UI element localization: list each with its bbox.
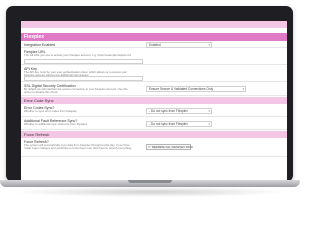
integration-enabled-label: Integration Enabled [24,42,56,47]
fiesplex-url-row: Fiesplex URL The full URL you use to acc… [21,48,287,65]
integration-enabled-value: Enabled [149,42,161,47]
integration-enabled-row: Integration Enabled Enabled ▾ [21,41,287,48]
fault-reference-sync-row: Additional Fault Reference Sync? Whether… [21,117,287,130]
chevron-down-icon: ▾ [208,121,210,126]
refresh-all-button-label: REFRESH ALL FIESPLEX DATA [152,145,193,149]
fault-reference-sync-description: Whether to additional sync reference fro… [24,122,88,126]
chevron-down-icon: ▾ [242,87,244,91]
error-codes-sync-select[interactable]: - Do not sync from Fiesplex ▾ [146,107,212,114]
force-refresh-description: The system will automatically sync data … [24,143,132,151]
force-refresh-row: Force Refresh? The system will automatic… [21,138,287,157]
fiesplex-url-description: The full URL you use to access your Fies… [24,53,132,57]
chevron-down-icon: ▾ [208,108,210,113]
fault-reference-sync-value: - Do not sync from Fiesplex [149,121,188,126]
refresh-icon: ⟳ [148,145,151,149]
ssl-verification-description: By default we will maintain the secure c… [24,87,128,95]
fiesplex-url-input[interactable] [24,59,143,64]
top-header-strip [21,21,287,28]
error-code-sync-header: Error Code Sync [21,97,287,104]
panel-title: Fiesplex [21,33,287,41]
fault-reference-sync-select[interactable]: - Do not sync from Fiesplex ▾ [146,120,212,127]
error-codes-sync-description: Whether to sync error codes from Fiesple… [24,109,77,113]
screen: Fiesplex Integration Enabled Enabled ▾ F… [21,21,287,181]
ssl-verification-row: SSL Digital Security Certification By de… [21,82,287,96]
laptop-shadow [10,187,290,197]
integration-enabled-select[interactable]: Enabled ▾ [146,41,212,48]
api-key-input[interactable] [24,76,143,81]
chevron-down-icon: ▾ [208,42,210,47]
ssl-verification-select[interactable]: Ensure Secure & Validated Connections On… [146,86,246,92]
refresh-all-button[interactable]: ⟳ REFRESH ALL FIESPLEX DATA [146,144,193,150]
error-codes-sync-value: - Do not sync from Fiesplex [149,108,188,113]
api-key-row: API Key The API key must be your user au… [21,65,287,82]
error-codes-sync-row: Error Codes Sync? Whether to sync error … [21,104,287,117]
laptop-notch [128,180,172,183]
ssl-verification-value: Ensure Secure & Validated Connections On… [149,87,214,91]
laptop-frame: Fiesplex Integration Enabled Enabled ▾ F… [6,6,293,182]
force-refresh-header: Force Refresh [21,131,287,138]
